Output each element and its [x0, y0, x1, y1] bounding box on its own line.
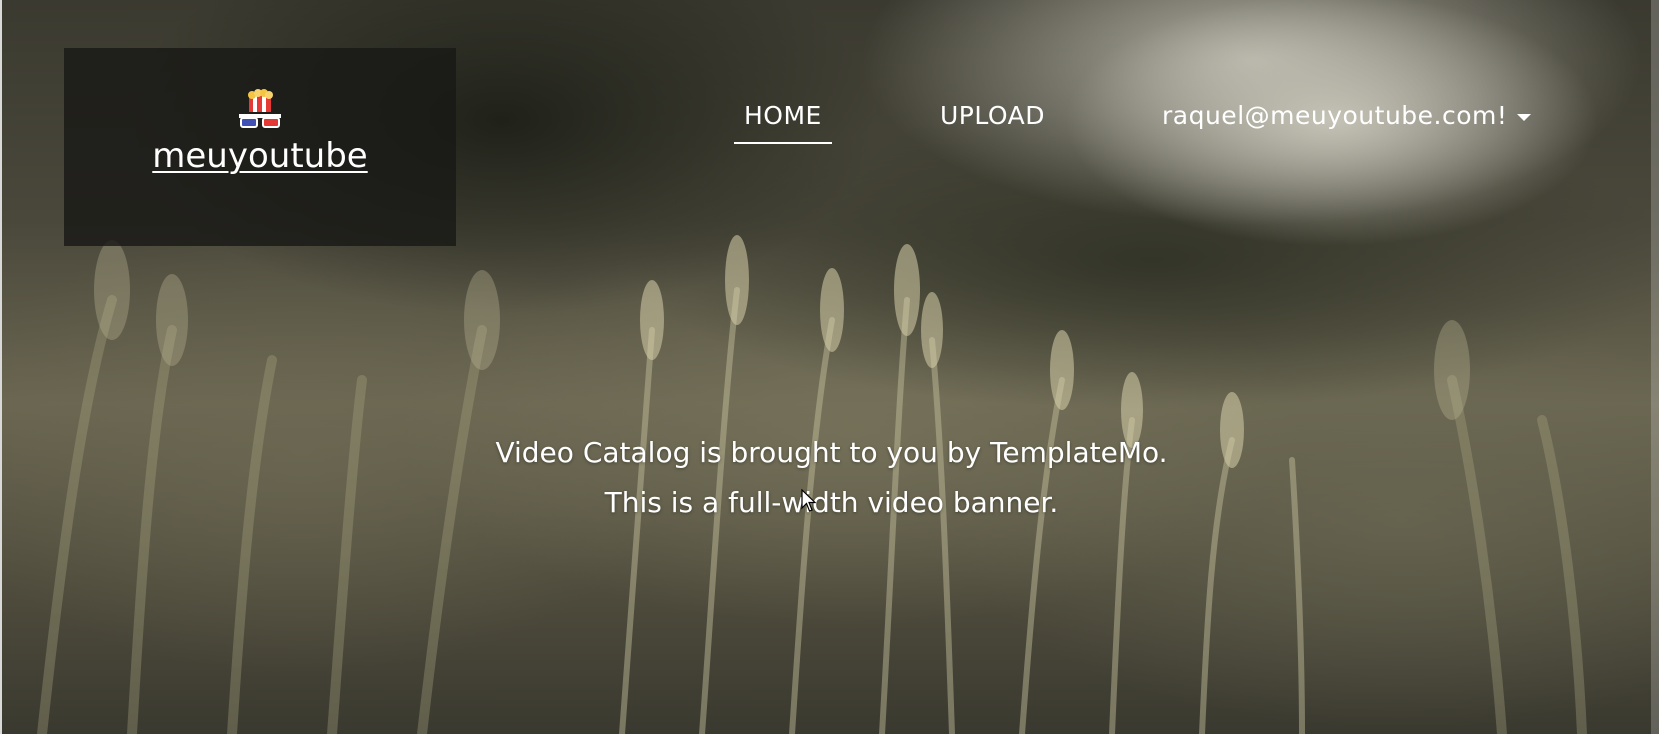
banner-caption: Video Catalog is brought to you by Templ…	[2, 428, 1659, 528]
brand-box[interactable]: meuyoutube	[64, 48, 456, 246]
vertical-scrollbar[interactable]	[1651, 0, 1659, 734]
user-email: raquel@meuyoutube.com!	[1162, 101, 1508, 130]
main-nav: HOME UPLOAD raquel@meuyoutube.com!	[2, 96, 1659, 146]
active-indicator	[734, 142, 832, 144]
banner-line-2: This is a full-width video banner.	[604, 486, 1059, 519]
user-menu-dropdown[interactable]: raquel@meuyoutube.com!	[1162, 96, 1532, 136]
page: meuyoutube HOME UPLOAD raquel@meuyoutube…	[0, 0, 1659, 734]
banner-line-1: Video Catalog is brought to you by Templ…	[495, 436, 1168, 469]
mouse-pointer-icon	[801, 489, 817, 512]
nav-upload-link[interactable]: UPLOAD	[940, 96, 1045, 136]
nav-home-link[interactable]: HOME	[734, 96, 832, 144]
nav-home-label: HOME	[744, 101, 822, 130]
caret-down-icon	[1517, 113, 1532, 121]
